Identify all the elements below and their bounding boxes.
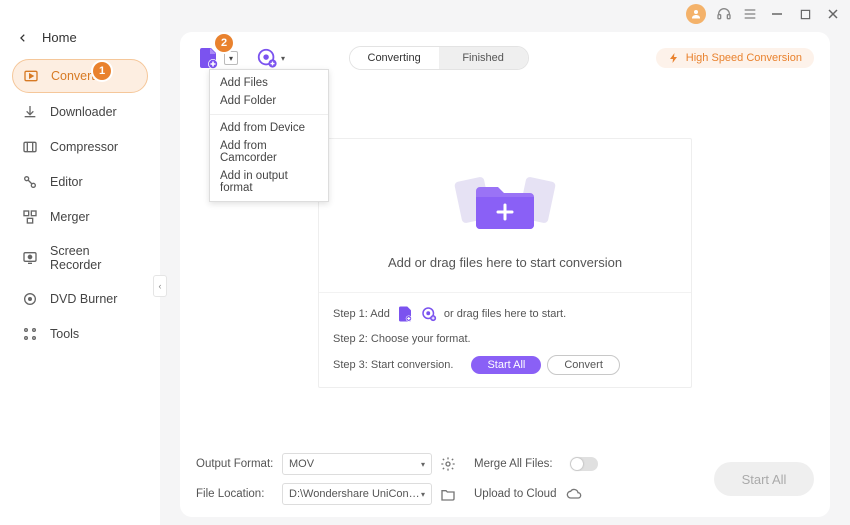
- step1-prefix: Step 1: Add: [333, 308, 390, 320]
- file-location-value: D:\Wondershare UniConverter 1: [289, 488, 421, 500]
- sidebar-label: Screen Recorder: [50, 244, 138, 272]
- compressor-icon: [22, 139, 38, 155]
- sidebar-label: Tools: [50, 327, 79, 341]
- sidebar-item-compressor[interactable]: Compressor: [12, 131, 148, 163]
- tools-icon: [22, 326, 38, 342]
- sidebar-item-editor[interactable]: Editor: [12, 166, 148, 198]
- status-segmented-control: Converting Finished: [349, 46, 529, 70]
- merger-icon: [22, 209, 38, 225]
- annotation-badge-2: 2: [215, 34, 233, 52]
- output-settings-button[interactable]: [438, 454, 458, 474]
- sidebar-item-tools[interactable]: Tools: [12, 318, 148, 350]
- converter-icon: [23, 68, 39, 84]
- step2-text: Step 2: Choose your format.: [333, 333, 677, 345]
- merge-files-label: Merge All Files:: [474, 458, 564, 470]
- sidebar-item-merger[interactable]: Merger: [12, 201, 148, 233]
- menu-add-from-camcorder[interactable]: Add from Camcorder: [210, 137, 328, 167]
- output-format-value: MOV: [289, 458, 314, 470]
- chevron-down-icon: ▾: [421, 490, 425, 499]
- file-location-select[interactable]: D:\Wondershare UniConverter 1 ▾: [282, 483, 432, 505]
- step1-suffix: or drag files here to start.: [444, 308, 566, 320]
- add-dvd-mini-icon[interactable]: [420, 305, 438, 323]
- back-label: Home: [42, 30, 77, 45]
- add-file-dropdown-menu: Add Files Add Folder Add from Device Add…: [209, 69, 329, 202]
- add-file-dropdown-trigger[interactable]: ▾: [224, 51, 238, 65]
- output-format-select[interactable]: MOV ▾: [282, 453, 432, 475]
- content-panel: ▾ ▾ Converting Finished High Speed Conve…: [180, 32, 830, 517]
- step3-text: Step 3: Start conversion.: [333, 359, 453, 371]
- dvd-burner-icon: [22, 291, 38, 307]
- tab-converting[interactable]: Converting: [350, 47, 439, 69]
- add-file-button[interactable]: [196, 46, 220, 70]
- upload-cloud-label: Upload to Cloud: [474, 488, 556, 500]
- sidebar-label: Downloader: [50, 105, 117, 119]
- menu-add-in-output-format[interactable]: Add in output format: [210, 167, 328, 197]
- merge-files-toggle[interactable]: [570, 457, 630, 471]
- annotation-badge-1: 1: [93, 62, 111, 80]
- menu-add-from-device[interactable]: Add from Device: [210, 119, 328, 137]
- sidebar-label: DVD Burner: [50, 292, 117, 306]
- high-speed-label: High Speed Conversion: [686, 52, 802, 64]
- file-location-label: File Location:: [196, 488, 276, 500]
- sidebar-item-downloader[interactable]: Downloader: [12, 96, 148, 128]
- folder-plus-icon: [450, 161, 560, 241]
- high-speed-conversion-button[interactable]: High Speed Conversion: [656, 48, 814, 68]
- screen-recorder-icon: [22, 250, 38, 266]
- chevron-down-icon: ▾: [421, 460, 425, 469]
- steps-panel: Step 1: Add or drag files here to start.…: [319, 292, 691, 387]
- open-folder-button[interactable]: [438, 484, 458, 504]
- drop-zone[interactable]: Add or drag files here to start conversi…: [318, 138, 692, 388]
- sidebar-label: Merger: [50, 210, 90, 224]
- add-dvd-icon: [256, 47, 278, 69]
- main-area: ▾ ▾ Converting Finished High Speed Conve…: [160, 0, 850, 525]
- start-all-pill[interactable]: Start All: [471, 356, 541, 374]
- sidebar-item-screen-recorder[interactable]: Screen Recorder: [12, 236, 148, 280]
- tab-finished[interactable]: Finished: [439, 47, 528, 69]
- gear-icon: [440, 456, 456, 472]
- upload-cloud-button[interactable]: [564, 484, 584, 504]
- downloader-icon: [22, 104, 38, 120]
- sidebar-item-converter[interactable]: Converter: [12, 59, 148, 93]
- sidebar-label: Compressor: [50, 140, 118, 154]
- lightning-icon: [668, 52, 680, 64]
- bottom-bar: Output Format: MOV ▾ Merge All Files: Fi…: [196, 451, 814, 507]
- chevron-down-icon: ▾: [281, 54, 285, 63]
- output-format-label: Output Format:: [196, 458, 276, 470]
- sidebar-label: Editor: [50, 175, 83, 189]
- add-file-mini-icon[interactable]: [396, 305, 414, 323]
- menu-add-folder[interactable]: Add Folder: [210, 92, 328, 110]
- add-file-icon: [196, 46, 220, 70]
- start-all-button[interactable]: Start All: [714, 462, 814, 496]
- add-dvd-button[interactable]: ▾: [256, 47, 285, 69]
- back-home[interactable]: Home: [0, 26, 160, 59]
- cloud-icon: [566, 486, 582, 502]
- sidebar-item-dvd-burner[interactable]: DVD Burner: [12, 283, 148, 315]
- drop-zone-message: Add or drag files here to start conversi…: [388, 255, 622, 270]
- top-toolbar: ▾ ▾ Converting Finished High Speed Conve…: [196, 46, 814, 70]
- folder-icon: [440, 486, 456, 502]
- editor-icon: [22, 174, 38, 190]
- sidebar: Home Converter Downloader Compressor Edi…: [0, 0, 160, 525]
- convert-pill[interactable]: Convert: [547, 355, 620, 375]
- menu-add-files[interactable]: Add Files: [210, 74, 328, 92]
